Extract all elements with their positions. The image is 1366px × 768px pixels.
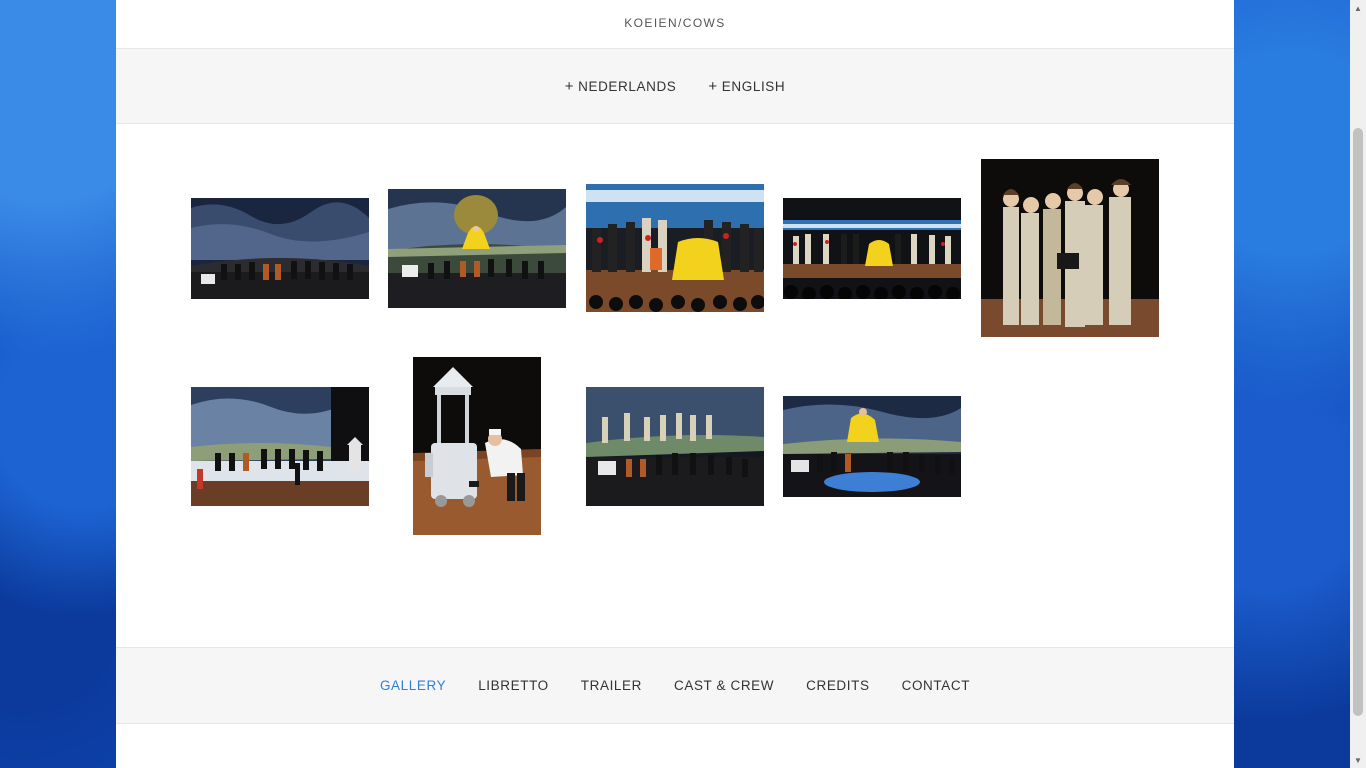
gallery-thumbnail[interactable] — [191, 198, 369, 299]
nav-link-contact[interactable]: CONTACT — [902, 678, 970, 693]
gallery-thumbnail[interactable] — [586, 387, 764, 506]
plus-icon: + — [708, 77, 718, 95]
gallery-thumbnail[interactable] — [191, 387, 369, 506]
gallery-thumbnail[interactable] — [783, 198, 961, 299]
vertical-scrollbar[interactable]: ▲ ▼ — [1350, 0, 1366, 768]
nav-link-cast-crew[interactable]: CAST & CREW — [674, 678, 774, 693]
gallery-thumbnail[interactable] — [388, 189, 566, 308]
scroll-down-arrow-icon[interactable]: ▼ — [1350, 752, 1366, 768]
language-bar: + NEDERLANDS + ENGLISH — [116, 49, 1234, 124]
language-label: NEDERLANDS — [578, 78, 677, 94]
background-left — [0, 0, 116, 768]
language-label: ENGLISH — [721, 78, 786, 94]
nav-link-libretto[interactable]: LIBRETTO — [478, 678, 549, 693]
scrollbar-thumb[interactable] — [1353, 128, 1363, 716]
language-link-nederlands[interactable]: + NEDERLANDS — [565, 79, 677, 94]
header-bar: KOEIEN/COWS — [116, 0, 1234, 49]
scroll-up-arrow-icon[interactable]: ▲ — [1350, 0, 1366, 16]
site-title[interactable]: KOEIEN/COWS — [624, 16, 725, 30]
nav-link-gallery[interactable]: GALLERY — [380, 678, 446, 693]
gallery-thumbnail[interactable] — [981, 159, 1159, 337]
language-link-english[interactable]: + ENGLISH — [708, 79, 785, 94]
gallery-thumbnail[interactable] — [783, 396, 961, 497]
plus-icon: + — [564, 77, 575, 95]
page-container: KOEIEN/COWS + NEDERLANDS + ENGLISH GALLE… — [116, 0, 1234, 768]
gallery-thumbnail[interactable] — [586, 184, 764, 312]
photo-gallery — [116, 123, 1234, 646]
nav-link-trailer[interactable]: TRAILER — [581, 678, 642, 693]
footer-navigation: GALLERY LIBRETTO TRAILER CAST & CREW CRE… — [116, 647, 1234, 724]
nav-link-credits[interactable]: CREDITS — [806, 678, 869, 693]
gallery-thumbnail[interactable] — [413, 357, 541, 535]
background-right — [1234, 0, 1350, 768]
